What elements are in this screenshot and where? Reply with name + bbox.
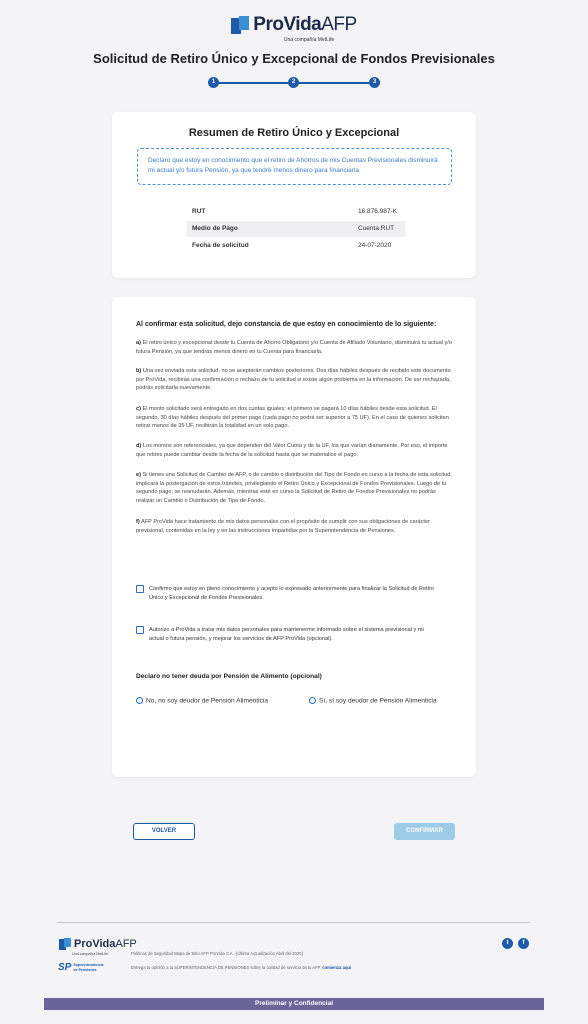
sp-name-line2: de Pensiones	[73, 967, 97, 972]
provida-logo-icon	[59, 938, 71, 950]
term-text: AFP ProVida hace tratamiento de mis dato…	[136, 519, 430, 534]
term-letter: f)	[136, 519, 140, 525]
terms-card: Al confirmar esta solicitud, dejo consta…	[112, 297, 476, 777]
summary-card: Resumen de Retiro Único y Excepcional De…	[112, 112, 476, 278]
radio-no-debtor[interactable]: No, no soy deudor de Pensión Alimenticia	[136, 697, 268, 704]
footer-logo-tagline: Una compañía MetLife	[72, 952, 109, 956]
twitter-icon[interactable]: t	[502, 938, 513, 949]
summary-label: Fecha de solicitud	[192, 242, 249, 249]
radio-label: No, no soy deudor de Pensión Alimenticia	[146, 697, 269, 705]
radio-yes-debtor[interactable]: Sí, sí soy deudor de Pensión Alimenticia	[309, 697, 437, 704]
summary-notice: Declaro que estoy en conocimiento que el…	[137, 148, 452, 185]
provida-logo[interactable]: ProVidaAFP	[231, 14, 357, 36]
summary-label: Medio de Pago	[192, 225, 238, 232]
term-text: El retiro único y excepcional desde tu C…	[136, 340, 452, 355]
confidential-banner: Preliminar y Confidencial	[44, 998, 544, 1010]
page-title: Solicitud de Retiro Único y Excepcional …	[93, 51, 495, 66]
term-text: Si tienes una Solicitud de Cambio de AFP…	[136, 472, 452, 504]
sp-feedback-text: Entrega tu opinión a la SUPERINTENDENCIA…	[131, 965, 351, 970]
footer-links[interactable]: Políticas de Seguridad Mapa de Sitio AFP…	[131, 951, 303, 956]
term-letter: a)	[136, 340, 141, 346]
summary-row-date: Fecha de solicitud 24-07-2020	[187, 238, 405, 254]
sp-logo-mark: SP	[58, 962, 72, 973]
sp-logo[interactable]: SP Superintendencia de Pensiones	[58, 962, 104, 973]
term-d: d) Los montos son referenciales, ya que …	[136, 442, 454, 459]
summary-row-rut: RUT 16.876.987-K	[187, 204, 405, 220]
sp-name-line1: Superintendencia	[73, 963, 104, 968]
terms-intro: Al confirmar esta solicitud, dejo consta…	[136, 321, 437, 328]
summary-label: RUT	[192, 208, 206, 215]
logo-tagline: Una compañía MetLife	[283, 37, 335, 43]
term-text: El monto solicitado será entregado en do…	[136, 406, 449, 430]
logo-afp: AFP	[321, 14, 357, 35]
confirm-checkbox[interactable]	[136, 585, 144, 593]
term-f: f) AFP ProVida hace tratamiento de mis d…	[136, 518, 454, 535]
sp-feedback-message: Entrega tu opinión a la SUPERINTENDENCIA…	[131, 965, 322, 970]
footer-provida-logo[interactable]: ProVidaAFP	[59, 938, 137, 950]
facebook-icon[interactable]: f	[518, 938, 529, 949]
term-a: a) El retiro único y excepcional desde t…	[136, 339, 454, 356]
footer-logo-name: ProVida	[74, 938, 116, 950]
logo-name: ProVida	[253, 14, 322, 35]
step-2: 2	[288, 77, 299, 88]
radio-label: Sí, sí soy deudor de Pensión Alimenticia	[319, 697, 437, 705]
back-button[interactable]: VOLVER	[133, 823, 195, 840]
footer-divider	[57, 922, 530, 923]
term-c: c) El monto solicitado será entregado en…	[136, 405, 454, 431]
summary-value: 16.876.987-K	[358, 208, 398, 215]
term-text: Una vez enviada esta solicitud, no se ac…	[136, 368, 451, 392]
term-letter: d)	[136, 443, 142, 449]
summary-title: Resumen de Retiro Único y Excepcional	[188, 127, 400, 139]
step-3: 3	[369, 77, 380, 88]
term-b: b) Una vez enviada esta solicitud, no se…	[136, 367, 454, 393]
confirm-button[interactable]: CONFIRMAR	[394, 823, 455, 840]
alimony-title: Declaro no tener deuda por Pensión de Al…	[136, 673, 322, 680]
radio-button[interactable]	[309, 697, 316, 704]
provida-logo-icon	[231, 16, 250, 34]
summary-row-payment: Medio de Pago Cuenta RUT	[187, 221, 405, 237]
footer-logo-afp: AFP	[115, 938, 137, 950]
sp-feedback-link[interactable]: comienza aquí	[322, 965, 351, 970]
term-letter: b)	[136, 368, 142, 374]
header: ProVidaAFP Una compañía MetLife	[0, 14, 588, 43]
authorize-checkbox[interactable]	[136, 626, 144, 634]
authorize-checkbox-label: Autorizo a ProVida a tratar mis datos pe…	[149, 627, 424, 642]
summary-value: Cuenta RUT	[358, 225, 395, 232]
radio-button[interactable]	[136, 697, 143, 704]
term-text: Los montos son referenciales, ya que dep…	[136, 443, 448, 458]
summary-value: 24-07-2020	[358, 242, 392, 249]
term-letter: c)	[136, 406, 141, 412]
stepper: 1 2 3	[208, 77, 380, 89]
confirm-checkbox-label: Confirmo que estoy en pleno conocimiento…	[149, 586, 434, 601]
term-e: e) Si tienes una Solicitud de Cambio de …	[136, 471, 454, 505]
term-letter: e)	[136, 472, 141, 478]
step-1: 1	[208, 77, 219, 88]
